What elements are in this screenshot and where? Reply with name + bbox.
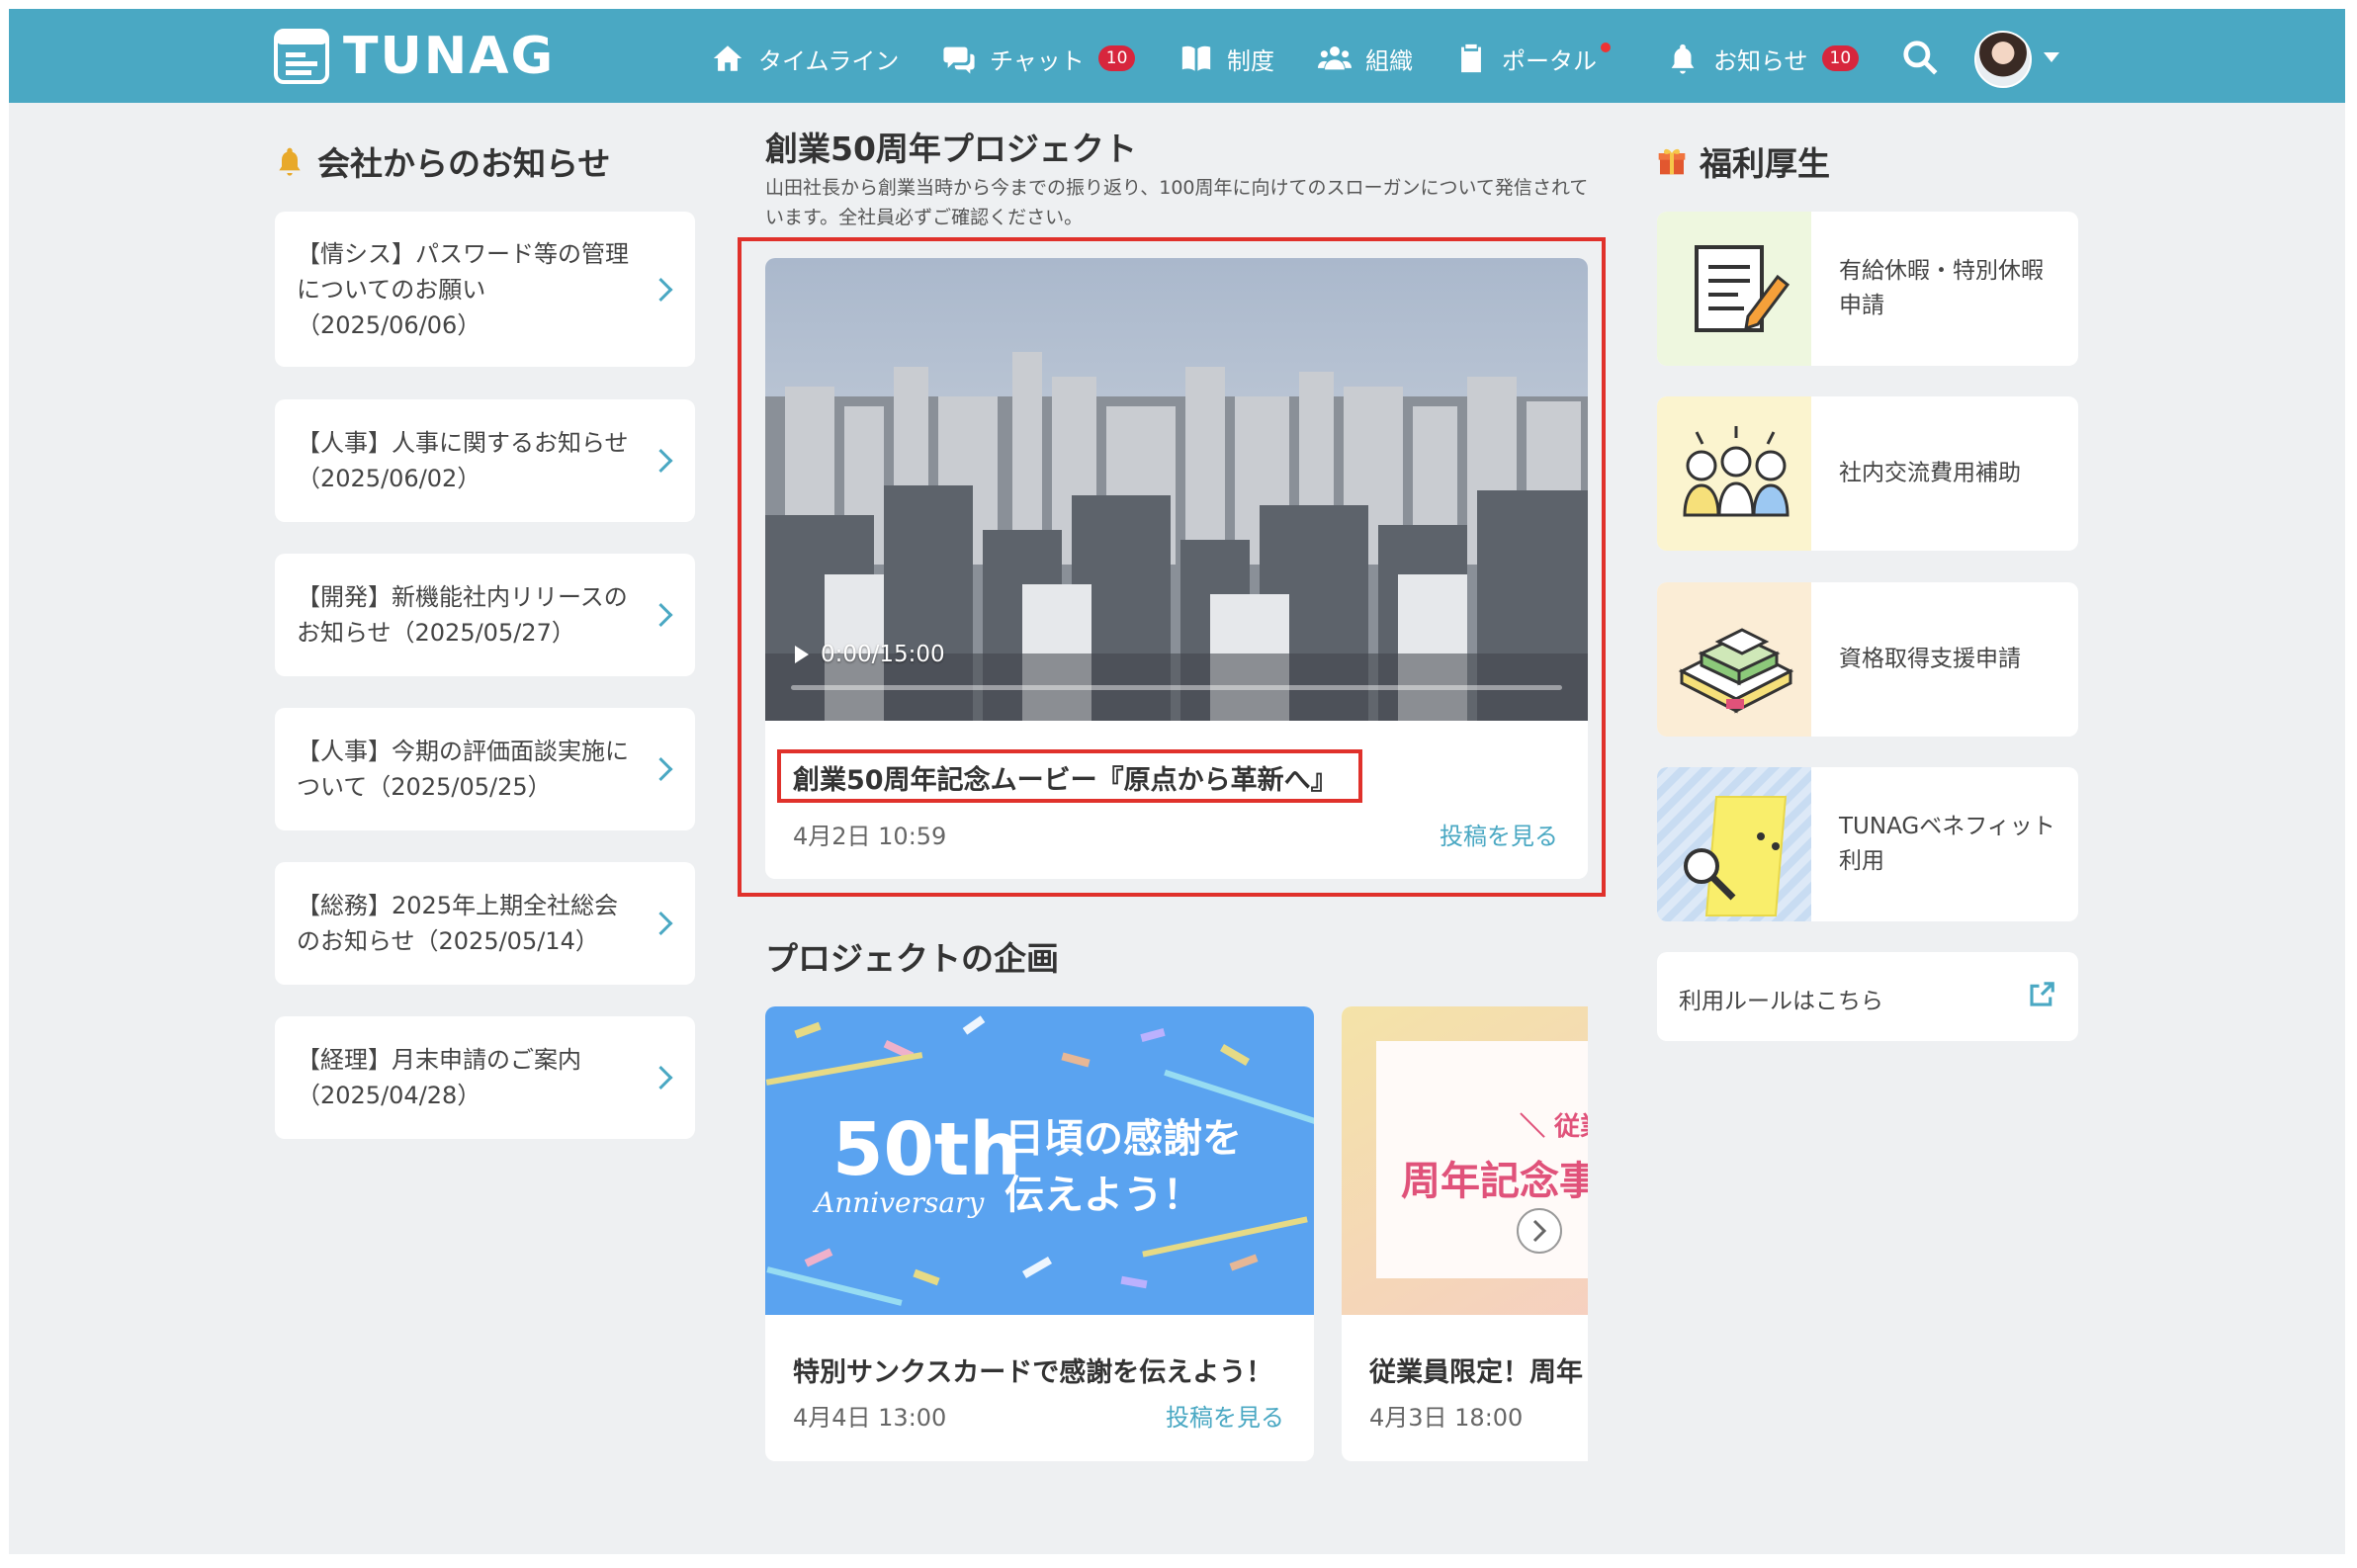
people-cheer-icon [1657, 396, 1811, 551]
banner-anniversary: Anniversary [812, 1186, 985, 1219]
benefit-label: 有給休暇・特別休暇申請 [1839, 258, 2044, 318]
benefit-item[interactable]: 有給休暇・特別休暇申請 [1657, 212, 2078, 366]
book-icon [1181, 45, 1211, 71]
people-icon [1318, 45, 1352, 70]
plan-title: 特別サンクスカードで感謝を伝えよう！ [793, 1357, 1273, 1388]
notice-text: 【経理】月末申請のご案内（2025/04/28） [297, 1046, 581, 1109]
logo-text: TUNAG [343, 27, 556, 86]
notices-heading: 会社からのお知らせ [274, 137, 610, 185]
notice-text: 【情シス】パスワード等の管理についてのお願い（2025/06/06） [297, 239, 629, 339]
notices-title: 会社からのお知らせ [317, 144, 611, 183]
portal-new-dot [1601, 43, 1611, 52]
benefit-item[interactable]: TUNAGベネフィット利用 [1657, 767, 2078, 921]
video-card[interactable]: 0:00/15:00 創業50周年記念ムービー『原点から革新へ』 4月2日 10… [765, 258, 1588, 879]
coupon-magnifier-icon [1657, 767, 1811, 921]
nav-label: 組織 [1365, 46, 1413, 75]
external-link-icon [2030, 982, 2054, 1006]
plan-carousel: 50th Anniversary 日頃の感謝を 伝えよう！ 特別サンクスカードで… [765, 1006, 1588, 1461]
benefit-label: TUNAGベネフィット利用 [1839, 814, 2055, 874]
chevron-right-icon [649, 1065, 673, 1090]
banner-line1: ＼ 従業 [1520, 1112, 1588, 1142]
nav-organization[interactable]: 組織 [1318, 39, 1413, 78]
banner-line2: 伝えよう！ [1004, 1173, 1202, 1218]
top-navbar: TUNAG タイムライン チャット 10 制度 組織 ポータル お知らせ 10 [9, 9, 2345, 103]
banner-line1: 日頃の感謝を [1004, 1116, 1242, 1162]
books-icon [1657, 582, 1811, 737]
app-frame: TUNAG タイムライン チャット 10 制度 組織 ポータル お知らせ 10 [9, 9, 2345, 1554]
logo-mark-icon [274, 29, 329, 84]
rules-link-card[interactable]: 利用ルールはこちら [1657, 952, 2078, 1041]
view-post-link[interactable]: 投稿を見る [1166, 1398, 1284, 1433]
benefit-item[interactable]: 資格取得支援申請 [1657, 582, 2078, 737]
form-pencil-icon [1657, 212, 1811, 366]
plan-card[interactable]: 50th Anniversary 日頃の感謝を 伝えよう！ 特別サンクスカードで… [765, 1006, 1314, 1461]
chat-count-badge: 10 [1097, 45, 1136, 71]
notice-text: 【開発】新機能社内リリースのお知らせ（2025/05/27） [297, 583, 628, 647]
project-heading: 創業50周年プロジェクト [765, 130, 1137, 168]
chevron-down-icon[interactable] [2044, 52, 2059, 62]
notice-text: 【人事】人事に関するお知らせ（2025/06/02） [297, 429, 629, 492]
notice-item[interactable]: 【経理】月末申請のご案内（2025/04/28） [275, 1016, 695, 1139]
nav-portal[interactable]: ポータル [1454, 39, 1611, 78]
nav-label: 制度 [1227, 46, 1274, 75]
notice-item[interactable]: 【人事】今期の評価面談実施について（2025/05/25） [275, 708, 695, 830]
tunag-logo[interactable]: TUNAG [274, 27, 556, 86]
nav-label: チャット [990, 46, 1085, 75]
plans-heading: プロジェクトの企画 [765, 939, 1059, 978]
notice-item[interactable]: 【総務】2025年上期全社総会のお知らせ（2025/05/14） [275, 862, 695, 985]
play-icon[interactable] [795, 646, 809, 663]
user-avatar[interactable] [1974, 31, 2032, 88]
home-icon [713, 45, 742, 71]
notice-text: 【総務】2025年上期全社総会のお知らせ（2025/05/14） [297, 892, 619, 955]
video-title[interactable]: 創業50周年記念ムービー『原点から革新へ』 [793, 758, 1338, 797]
chevron-right-icon [649, 756, 673, 782]
chevron-right-icon [649, 911, 673, 936]
banner-line2: 周年記念事 [1401, 1159, 1588, 1204]
chevron-right-icon [649, 602, 673, 628]
notification-count-badge: 10 [1821, 45, 1860, 71]
view-post-link[interactable]: 投稿を見る [1440, 817, 1558, 851]
notice-item[interactable]: 【開発】新機能社内リリースのお知らせ（2025/05/27） [275, 554, 695, 676]
chevron-right-icon [649, 277, 673, 302]
video-time-text: 0:00/15:00 [821, 642, 945, 667]
plan-title: 従業員限定！周年 [1369, 1357, 1583, 1388]
search-icon[interactable] [1901, 39, 1939, 76]
video-date: 4月2日 10:59 [793, 823, 947, 850]
plan-date: 4月3日 18:00 [1369, 1404, 1524, 1432]
clipboard-icon [1461, 44, 1481, 73]
plan-card[interactable]: ＼ 従業 周年記念事 従業員限定！周年 4月3日 18:00 [1342, 1006, 1588, 1461]
nav-timeline[interactable]: タイムライン [711, 39, 899, 78]
bell-icon [279, 147, 301, 176]
benefit-label: 社内交流費用補助 [1839, 460, 2021, 486]
benefit-item[interactable]: 社内交流費用補助 [1657, 396, 2078, 551]
notice-text: 【人事】今期の評価面談実施について（2025/05/25） [297, 738, 629, 801]
benefits-title: 福利厚生 [1700, 144, 1830, 183]
video-time[interactable]: 0:00/15:00 [795, 642, 945, 667]
benefits-heading: 福利厚生 [1656, 137, 1830, 185]
banner-50th: 50th [832, 1107, 1021, 1192]
bell-icon [1671, 44, 1695, 74]
nav-label: ポータル [1502, 46, 1597, 75]
rules-link-label: 利用ルールはこちら [1679, 989, 1883, 1014]
carousel-next-icon[interactable] [1517, 1208, 1562, 1254]
plan-banner: ＼ 従業 周年記念事 [1342, 1006, 1588, 1315]
benefit-label: 資格取得支援申請 [1839, 646, 2021, 672]
plan-date: 4月4日 13:00 [793, 1404, 947, 1432]
nav-label: お知らせ [1713, 46, 1808, 75]
nav-notifications[interactable]: お知らせ 10 [1666, 39, 1860, 78]
project-description: 山田社長から創業当時から今までの振り返り、100周年に向けてのスローガンについて… [765, 177, 1589, 228]
nav-system[interactable]: 制度 [1179, 39, 1274, 78]
plan-banner: 50th Anniversary 日頃の感謝を 伝えよう！ [765, 1006, 1314, 1315]
gift-icon [1658, 148, 1686, 175]
chevron-right-icon [649, 448, 673, 474]
video-progress-bar[interactable] [791, 685, 1562, 690]
nav-label: タイムライン [758, 46, 900, 75]
nav-chat[interactable]: チャット 10 [942, 39, 1136, 78]
chat-icon [943, 46, 975, 74]
notice-item[interactable]: 【情シス】パスワード等の管理についてのお願い（2025/06/06） [275, 212, 695, 367]
notice-item[interactable]: 【人事】人事に関するお知らせ（2025/06/02） [275, 399, 695, 522]
